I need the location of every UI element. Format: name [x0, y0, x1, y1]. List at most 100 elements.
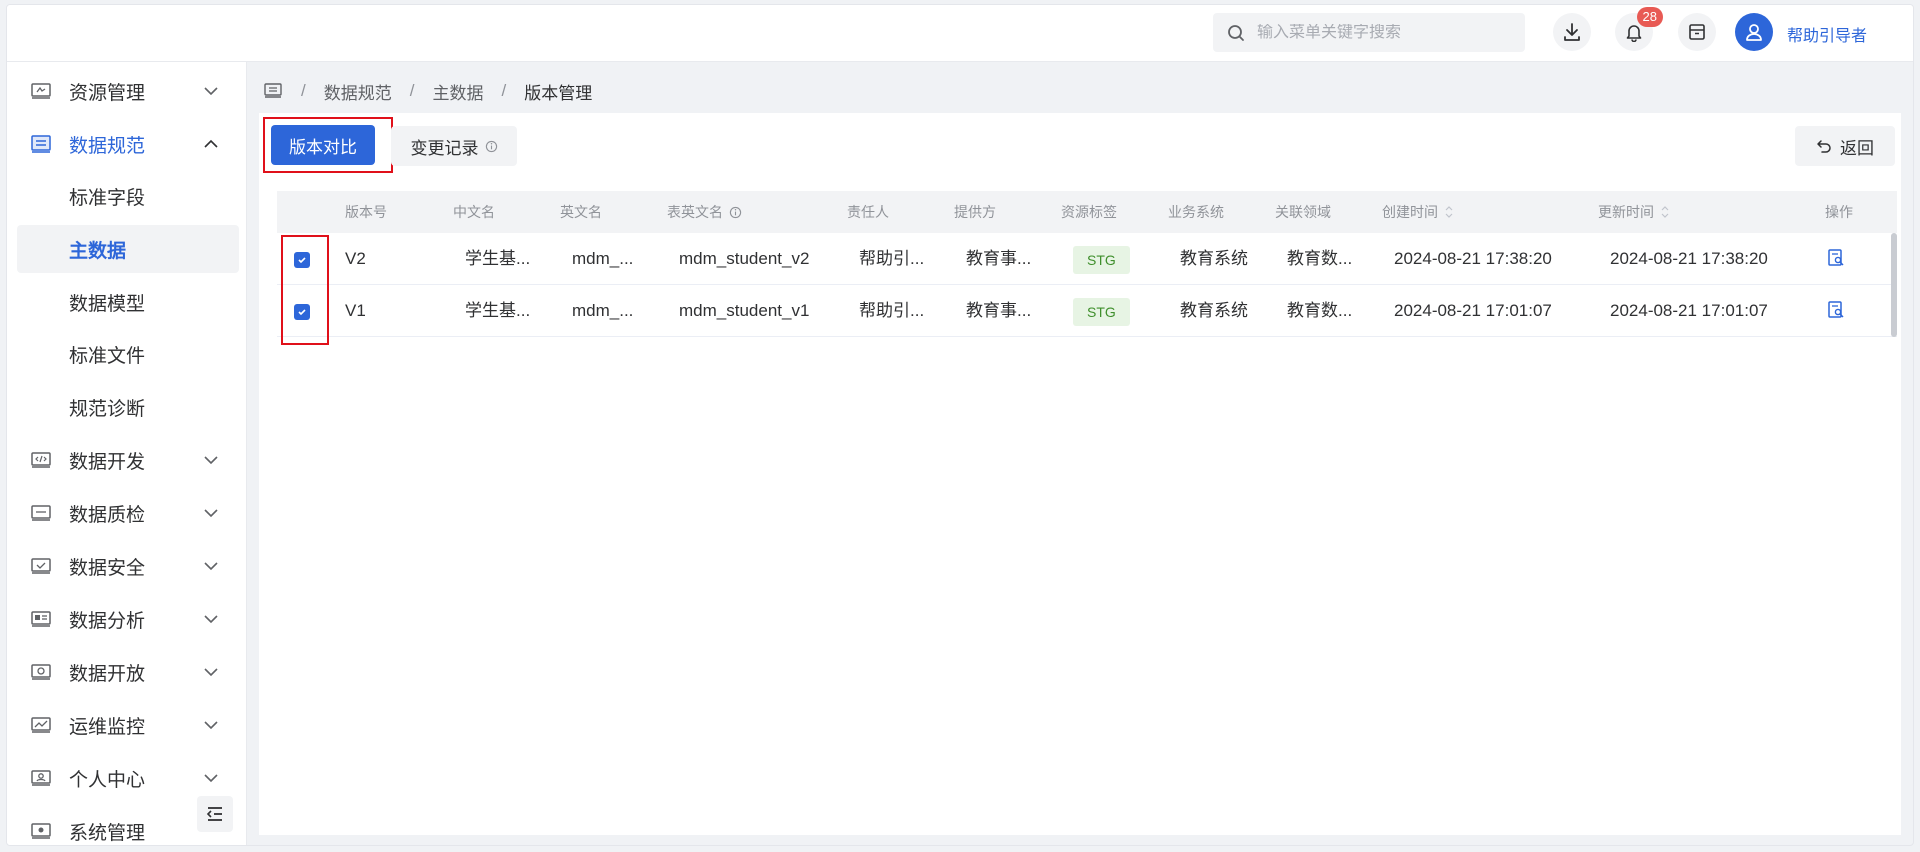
sidebar-item-label: 数据开放 [69, 663, 146, 685]
column-header-label: 更新时间 [1598, 204, 1654, 220]
column-header-cn-name: 中文名 [453, 204, 495, 220]
change-history-button[interactable]: 变更记录 [391, 126, 517, 166]
cell-en-name: mdm_... [572, 301, 634, 320]
row-checkbox[interactable] [294, 252, 310, 268]
chevron-down-icon [204, 87, 218, 96]
chevron-down-icon [204, 509, 218, 518]
search-input[interactable] [1257, 23, 1517, 42]
sidebar-item-ops-monitor[interactable]: 运维监控 [7, 701, 247, 749]
sidebar-item-data-analysis[interactable]: 数据分析 [7, 595, 247, 643]
info-icon [485, 140, 497, 152]
column-header-version: 版本号 [345, 204, 387, 220]
check-icon [298, 309, 306, 316]
collapse-menu-icon [206, 807, 222, 821]
sidebar-item-label: 数据开发 [69, 451, 146, 473]
breadcrumb: / 数据规范 / 主数据 / 版本管理 [263, 77, 592, 105]
user-icon [1746, 24, 1762, 41]
column-header-en-name: 英文名 [560, 204, 602, 220]
resource-icon [29, 79, 53, 103]
notification-badge: 28 [1636, 7, 1663, 27]
table-scrollbar[interactable] [1891, 233, 1897, 337]
archive-button[interactable] [1678, 13, 1716, 51]
analysis-icon [29, 607, 53, 631]
breadcrumb-separator: / [301, 81, 306, 100]
avatar[interactable] [1735, 13, 1773, 51]
sidebar-item-personal-center[interactable]: 个人中心 [7, 754, 247, 802]
cell-domain: 教育数... [1287, 301, 1353, 320]
view-detail-icon[interactable] [1827, 248, 1845, 268]
cell-table-name: mdm_student_v1 [679, 301, 810, 320]
check-icon [298, 257, 306, 264]
username[interactable]: 帮助引导者 [1787, 22, 1867, 46]
cell-owner: 帮助引... [859, 301, 925, 320]
column-header-table-name: 表英文名 [667, 191, 742, 233]
version-compare-button[interactable]: 版本对比 [271, 125, 375, 165]
resource-tag-badge: STG [1073, 246, 1130, 274]
download-button[interactable] [1553, 13, 1591, 51]
sidebar-subitem-standard-file[interactable]: 标准文件 [17, 330, 239, 378]
undo-icon [1817, 140, 1831, 153]
sidebar-subitem-standard-field[interactable]: 标准字段 [17, 172, 239, 220]
sidebar-subitem-spec-diagnosis[interactable]: 规范诊断 [17, 383, 239, 431]
resource-tag-badge: STG [1073, 298, 1130, 326]
breadcrumb-separator: / [501, 81, 507, 100]
app-window: 28 帮助引导者 资源管理 数据规范 标准字段 主数据 数据模型 标准文件 规范… [6, 4, 1914, 846]
cell-provider: 教育事... [966, 249, 1032, 268]
chevron-up-icon [204, 139, 218, 148]
row-checkbox[interactable] [294, 304, 310, 320]
sidebar: 资源管理 数据规范 标准字段 主数据 数据模型 标准文件 规范诊断 数据开发 数… [7, 62, 247, 845]
cell-created: 2024-08-21 17:01:07 [1394, 301, 1552, 320]
sidebar-item-label: 系统管理 [69, 822, 146, 844]
change-history-label: 变更记录 [410, 138, 479, 158]
home-icon[interactable] [263, 82, 283, 100]
cell-updated: 2024-08-21 17:38:20 [1610, 249, 1768, 268]
column-header-system: 业务系统 [1168, 204, 1224, 220]
cell-updated: 2024-08-21 17:01:07 [1610, 301, 1768, 320]
collapse-sidebar-button[interactable] [197, 796, 233, 832]
column-header-updated[interactable]: 更新时间 [1598, 191, 1670, 233]
chevron-down-icon [204, 562, 218, 571]
archive-icon [1689, 24, 1705, 40]
back-button[interactable]: 返回 [1795, 126, 1895, 166]
cell-en-name: mdm_... [572, 249, 634, 268]
sidebar-item-data-open[interactable]: 数据开放 [7, 648, 247, 696]
sidebar-item-data-dev[interactable]: 数据开发 [7, 436, 247, 484]
sidebar-item-data-spec[interactable]: 数据规范 [7, 120, 247, 168]
settings-icon [29, 819, 53, 843]
cell-cn-name: 学生基... [465, 301, 531, 320]
column-header-tag: 资源标签 [1061, 204, 1117, 220]
cell-table-name: mdm_student_v2 [679, 249, 810, 268]
sort-icon[interactable] [1660, 205, 1670, 219]
cell-cn-name: 学生基... [465, 249, 531, 268]
sidebar-item-label: 数据规范 [69, 135, 146, 157]
menu-search[interactable] [1213, 13, 1525, 52]
open-icon [29, 660, 53, 684]
chevron-down-icon [204, 456, 218, 465]
sort-icon[interactable] [1444, 205, 1454, 219]
breadcrumb-item-data-spec[interactable]: 数据规范 [324, 79, 392, 104]
column-header-owner: 责任人 [847, 204, 889, 220]
column-header-created[interactable]: 创建时间 [1382, 191, 1454, 233]
table-row[interactable]: V1 学生基... mdm_... mdm_student_v1 帮助引... … [277, 285, 1897, 337]
inspection-icon [29, 501, 53, 525]
info-icon[interactable] [729, 206, 742, 219]
sidebar-subitem-data-model[interactable]: 数据模型 [17, 278, 239, 326]
search-icon [1228, 24, 1244, 41]
cell-version: V1 [345, 301, 366, 320]
sidebar-item-data-inspection[interactable]: 数据质检 [7, 489, 247, 537]
notification-button[interactable]: 28 [1615, 7, 1663, 51]
cell-provider: 教育事... [966, 301, 1032, 320]
security-icon [29, 554, 53, 578]
chevron-down-icon [204, 668, 218, 677]
column-header-label: 创建时间 [1382, 204, 1438, 220]
sidebar-item-data-security[interactable]: 数据安全 [7, 542, 247, 590]
table-row[interactable]: V2 学生基... mdm_... mdm_student_v2 帮助引... … [277, 233, 1897, 285]
download-icon [1564, 23, 1580, 41]
column-header-provider: 提供方 [954, 204, 996, 220]
table-header: 版本号 中文名 英文名 表英文名 责任人 提供方 资源标签 业务系统 关联领域 … [277, 191, 1897, 233]
sidebar-subitem-master-data[interactable]: 主数据 [17, 225, 239, 273]
breadcrumb-item-master-data[interactable]: 主数据 [432, 79, 483, 104]
code-icon [29, 448, 53, 472]
view-detail-icon[interactable] [1827, 300, 1845, 320]
sidebar-item-resource[interactable]: 资源管理 [7, 67, 247, 115]
